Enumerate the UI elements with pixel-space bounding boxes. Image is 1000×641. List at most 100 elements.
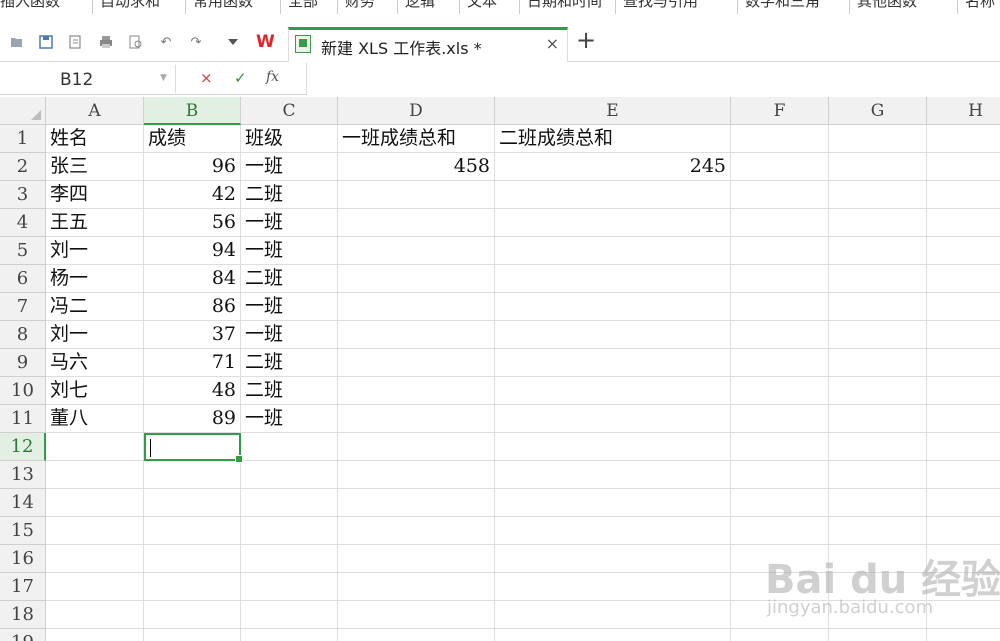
open-icon[interactable] xyxy=(9,34,25,50)
row-header-9[interactable]: 9 xyxy=(0,349,46,377)
cell-g4[interactable] xyxy=(829,209,927,237)
cell-e2[interactable]: 245 xyxy=(495,153,731,181)
cell-f5[interactable] xyxy=(731,237,829,265)
cell-a11[interactable]: 董八 xyxy=(46,405,144,433)
cell-h3[interactable] xyxy=(927,181,1000,209)
cell-a16[interactable] xyxy=(46,545,144,573)
cell-b2[interactable]: 96 xyxy=(144,153,241,181)
cell-a14[interactable] xyxy=(46,489,144,517)
cell-g5[interactable] xyxy=(829,237,927,265)
cell-h14[interactable] xyxy=(927,489,1000,517)
cell-h17[interactable] xyxy=(927,573,1000,601)
cell-b10[interactable]: 48 xyxy=(144,377,241,405)
cell-b7[interactable]: 86 xyxy=(144,293,241,321)
cell-e14[interactable] xyxy=(495,489,731,517)
cell-c19[interactable] xyxy=(241,629,338,641)
cell-g13[interactable] xyxy=(829,461,927,489)
cell-a3[interactable]: 李四 xyxy=(46,181,144,209)
cell-d4[interactable] xyxy=(338,209,495,237)
column-header-f[interactable]: F xyxy=(731,97,829,125)
new-tab-button[interactable]: + xyxy=(576,28,596,52)
cell-f13[interactable] xyxy=(731,461,829,489)
cell-c8[interactable]: 一班 xyxy=(241,321,338,349)
cell-h9[interactable] xyxy=(927,349,1000,377)
cell-b1[interactable]: 成绩 xyxy=(144,125,241,153)
ribbon-item[interactable]: 名称 xyxy=(965,0,995,11)
cell-h5[interactable] xyxy=(927,237,1000,265)
insert-function-button[interactable]: fx xyxy=(266,69,279,85)
cell-a17[interactable] xyxy=(46,573,144,601)
cell-g19[interactable] xyxy=(829,629,927,641)
cell-c3[interactable]: 二班 xyxy=(241,181,338,209)
cell-b16[interactable] xyxy=(144,545,241,573)
cell-g17[interactable] xyxy=(829,573,927,601)
row-header-7[interactable]: 7 xyxy=(0,293,46,321)
cell-e16[interactable] xyxy=(495,545,731,573)
cell-f7[interactable] xyxy=(731,293,829,321)
cell-a18[interactable] xyxy=(46,601,144,629)
cell-f6[interactable] xyxy=(731,265,829,293)
cell-d3[interactable] xyxy=(338,181,495,209)
cell-b15[interactable] xyxy=(144,517,241,545)
close-tab-icon[interactable]: × xyxy=(546,34,559,53)
cell-e18[interactable] xyxy=(495,601,731,629)
cell-a19[interactable] xyxy=(46,629,144,641)
cell-b5[interactable]: 94 xyxy=(144,237,241,265)
cell-c14[interactable] xyxy=(241,489,338,517)
column-header-a[interactable]: A xyxy=(46,97,144,125)
cell-h2[interactable] xyxy=(927,153,1000,181)
cell-a9[interactable]: 马六 xyxy=(46,349,144,377)
cell-c7[interactable]: 一班 xyxy=(241,293,338,321)
cancel-icon[interactable]: × xyxy=(200,69,213,87)
print-icon[interactable] xyxy=(98,34,114,50)
ribbon-item[interactable]: 数学和三角 xyxy=(745,0,820,11)
column-header-d[interactable]: D xyxy=(338,97,495,125)
cell-c17[interactable] xyxy=(241,573,338,601)
cell-b19[interactable] xyxy=(144,629,241,641)
cell-c10[interactable]: 二班 xyxy=(241,377,338,405)
cell-d6[interactable] xyxy=(338,265,495,293)
cell-g3[interactable] xyxy=(829,181,927,209)
row-header-19[interactable]: 19 xyxy=(0,629,46,641)
column-header-c[interactable]: C xyxy=(241,97,338,125)
cell-b6[interactable]: 84 xyxy=(144,265,241,293)
ribbon-item[interactable]: 全部 xyxy=(288,0,318,11)
cell-h12[interactable] xyxy=(927,433,1000,461)
cell-d10[interactable] xyxy=(338,377,495,405)
ribbon-item[interactable]: 查找与引用 xyxy=(623,0,698,11)
cell-d1[interactable]: 一班成绩总和 xyxy=(338,125,495,153)
cell-c11[interactable]: 一班 xyxy=(241,405,338,433)
cell-e9[interactable] xyxy=(495,349,731,377)
select-all-corner[interactable] xyxy=(0,97,46,125)
cell-g7[interactable] xyxy=(829,293,927,321)
cell-c2[interactable]: 一班 xyxy=(241,153,338,181)
cell-d16[interactable] xyxy=(338,545,495,573)
cell-c1[interactable]: 班级 xyxy=(241,125,338,153)
file-tab[interactable]: 新建 XLS 工作表.xls * × xyxy=(288,27,568,62)
cell-f16[interactable] xyxy=(731,545,829,573)
cell-c15[interactable] xyxy=(241,517,338,545)
cell-f2[interactable] xyxy=(731,153,829,181)
column-header-e[interactable]: E xyxy=(495,97,731,125)
ribbon-item[interactable]: 文本 xyxy=(467,0,497,11)
cell-f8[interactable] xyxy=(731,321,829,349)
column-header-g[interactable]: G xyxy=(829,97,927,125)
print-preview-icon[interactable] xyxy=(128,34,144,50)
cell-f4[interactable] xyxy=(731,209,829,237)
cell-a12[interactable] xyxy=(46,433,144,461)
cell-d18[interactable] xyxy=(338,601,495,629)
ribbon-item[interactable]: 逻辑 xyxy=(405,0,435,11)
cell-f12[interactable] xyxy=(731,433,829,461)
cell-b18[interactable] xyxy=(144,601,241,629)
cell-h13[interactable] xyxy=(927,461,1000,489)
cell-h6[interactable] xyxy=(927,265,1000,293)
cell-a10[interactable]: 刘七 xyxy=(46,377,144,405)
cell-h10[interactable] xyxy=(927,377,1000,405)
cell-c9[interactable]: 二班 xyxy=(241,349,338,377)
cell-d7[interactable] xyxy=(338,293,495,321)
cell-c4[interactable]: 一班 xyxy=(241,209,338,237)
cell-c13[interactable] xyxy=(241,461,338,489)
cell-f19[interactable] xyxy=(731,629,829,641)
cell-e15[interactable] xyxy=(495,517,731,545)
cell-c12[interactable] xyxy=(241,433,338,461)
